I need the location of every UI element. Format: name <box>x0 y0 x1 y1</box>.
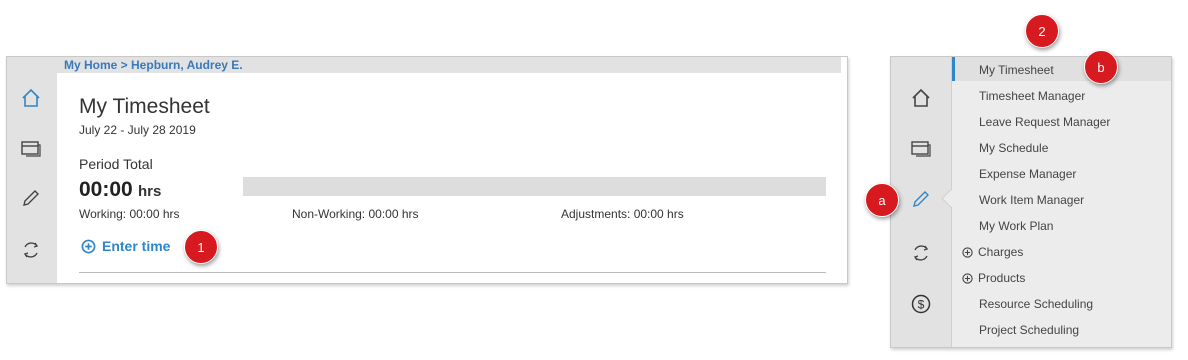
window-icon[interactable] <box>908 135 934 161</box>
expand-plus-icon <box>962 246 973 258</box>
sync-icon[interactable] <box>18 237 44 263</box>
adjustments-hours: Adjustments: 00:00 hrs <box>561 207 684 221</box>
breadcrumb[interactable]: My Home > Hepburn, Audrey E. <box>64 58 243 72</box>
pencil-icon[interactable] <box>18 185 44 211</box>
plus-circle-icon <box>81 239 96 253</box>
nav-rail <box>7 57 57 283</box>
enter-time-button[interactable]: Enter time <box>81 238 170 254</box>
timesheet-panel: My Home > Hepburn, Audrey E. My Timeshee… <box>6 56 848 284</box>
sync-icon[interactable] <box>908 240 934 266</box>
dollar-icon[interactable]: $ <box>908 291 934 317</box>
menu-item-expense-manager[interactable]: Expense Manager <box>979 167 1076 181</box>
menu-item-project-scheduling[interactable]: Project Scheduling <box>979 323 1079 337</box>
menu-item-charges-label: Charges <box>978 245 1024 259</box>
period-total-hours: 00:00 <box>79 178 133 201</box>
menu-item-my-timesheet[interactable]: My Timesheet <box>979 63 1054 77</box>
menu-item-timesheet-manager[interactable]: Timesheet Manager <box>979 89 1085 103</box>
menu-item-my-work-plan[interactable]: My Work Plan <box>979 219 1053 233</box>
enter-time-label: Enter time <box>102 238 171 254</box>
divider <box>79 272 826 273</box>
svg-text:$: $ <box>918 298 925 312</box>
page-title: My Timesheet <box>79 95 210 118</box>
menu-item-leave-request-manager[interactable]: Leave Request Manager <box>979 115 1110 129</box>
callout-badge-1: 1 <box>184 230 218 264</box>
window-icon[interactable] <box>18 135 44 161</box>
breadcrumb-bar: My Home > Hepburn, Audrey E. <box>57 57 841 73</box>
nav-rail-expanded: $ <box>891 57 952 347</box>
menu-item-products-label: Products <box>978 271 1026 285</box>
callout-badge-a: a <box>865 183 899 217</box>
menu-item-resource-scheduling[interactable]: Resource Scheduling <box>979 297 1093 311</box>
timesheet-submenu: My Timesheet Timesheet Manager Leave Req… <box>952 57 1171 347</box>
home-icon[interactable] <box>18 85 44 111</box>
navigation-menu-panel: $ My Timesheet Timesheet Manager Leave R… <box>890 56 1172 348</box>
expand-plus-icon <box>962 272 973 284</box>
hours-unit: hrs <box>138 183 162 200</box>
callout-badge-b: b <box>1084 50 1118 84</box>
menu-item-work-item-manager[interactable]: Work Item Manager <box>979 193 1084 207</box>
home-icon[interactable] <box>908 85 934 111</box>
menu-item-products[interactable]: Products <box>962 271 1025 285</box>
date-range: July 22 - July 28 2019 <box>79 123 196 137</box>
menu-item-charges[interactable]: Charges <box>962 245 1023 259</box>
callout-badge-2: 2 <box>1025 14 1059 48</box>
hours-progress-bar <box>243 177 826 196</box>
pencil-icon[interactable] <box>908 186 934 212</box>
menu-item-my-schedule[interactable]: My Schedule <box>979 141 1048 155</box>
non-working-hours: Non-Working: 00:00 hrs <box>292 207 419 221</box>
period-total-label: Period Total <box>79 156 153 172</box>
working-hours: Working: 00:00 hrs <box>79 207 180 221</box>
